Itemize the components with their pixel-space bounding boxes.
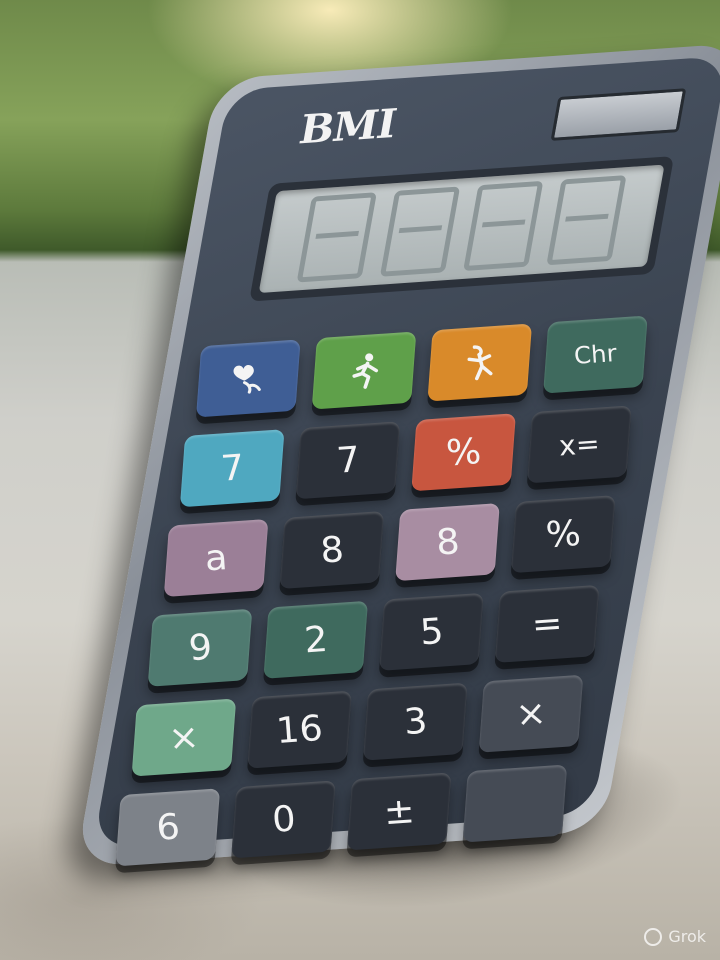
dancing-key[interactable] [427,323,533,402]
watermark-text: Grok [668,927,706,946]
display-digit [546,175,627,266]
key-label: x= [557,426,601,462]
key-label: 0 [270,798,297,841]
brand-label: BMI [295,100,400,154]
key-9[interactable]: a [163,518,269,598]
dancing-person-icon [467,345,493,381]
key-label: a [203,537,229,579]
watermark: Grok [644,927,706,946]
key-label: 16 [274,707,325,752]
key-label: 3 [402,700,429,743]
lcd-display [258,164,665,293]
key-5[interactable]: 7 [179,429,285,508]
display-digit [463,180,544,272]
key-14[interactable]: 2 [263,600,369,679]
key-label: × [514,692,548,735]
key-label: × [167,716,201,759]
key-18[interactable]: 16 [247,690,352,769]
key-15[interactable]: 5 [379,592,484,671]
key-13[interactable]: 9 [147,608,253,687]
key-17[interactable]: × [131,698,237,777]
heart-icon [233,365,261,394]
solar-panel [550,88,687,141]
key-label: 7 [334,439,361,482]
key-label: 8 [318,529,345,571]
display-bezel [249,156,675,302]
key-label: 8 [434,521,461,563]
running-person-icon [352,353,379,389]
key-label: ± [382,790,416,833]
key-label: % [444,431,483,474]
key-12[interactable]: % [510,495,616,574]
key-16[interactable]: = [494,584,600,663]
key-label: 5 [418,610,445,653]
key-10[interactable]: 8 [279,510,385,590]
key-6[interactable]: 7 [295,421,401,500]
key-4[interactable]: Chr [543,315,648,394]
running-key[interactable] [311,331,417,410]
key-21[interactable]: 6 [115,788,221,867]
key-label: Chr [573,339,618,370]
key-23[interactable]: ± [346,772,452,851]
key-24[interactable] [462,764,568,843]
heart-key[interactable] [195,339,301,418]
key-label: 9 [186,626,214,669]
key-8[interactable]: x= [526,405,632,484]
key-11[interactable]: 8 [395,503,500,582]
key-7[interactable]: % [411,413,516,492]
key-label: % [544,512,583,556]
keypad: Chr 7 7 % x= a 8 8 % 9 2 5 = × 16 3 × 6 … [112,314,672,867]
key-19[interactable]: 3 [362,682,468,761]
key-22[interactable]: 0 [231,780,336,859]
key-label: 6 [154,806,181,849]
grok-logo-icon [644,927,663,946]
photo-scene: BMI Chr 7 7 % x= a 8 8 % 9 2 5 = × 16 3 … [0,0,720,960]
key-label: 2 [302,618,329,661]
key-label: = [530,602,564,646]
display-digit [379,186,461,277]
key-label: 7 [219,447,246,490]
display-digit [296,192,377,283]
key-20[interactable]: × [478,674,584,753]
